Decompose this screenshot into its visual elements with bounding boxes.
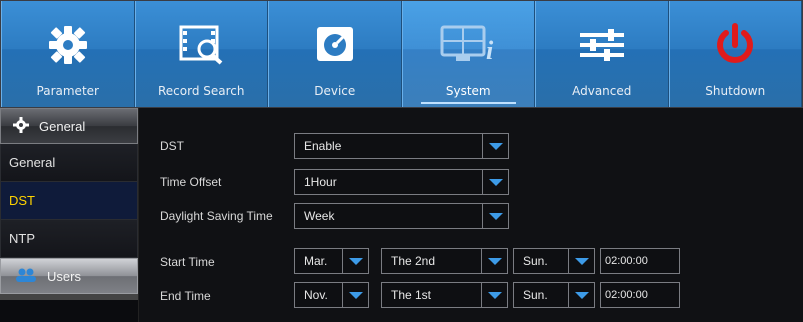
tab-shutdown[interactable]: Shutdown [668, 1, 802, 107]
chevron-down-icon[interactable] [482, 134, 508, 158]
disk-icon [305, 23, 365, 67]
time-offset-value: 1Hour [304, 175, 337, 189]
sidebar-item-ntp[interactable]: NTP [0, 220, 138, 258]
chevron-down-icon[interactable] [342, 249, 368, 273]
start-day-value: Sun. [523, 254, 548, 268]
sidebar-section-general[interactable]: General [0, 108, 138, 144]
sidebar-item-dst[interactable]: DST [0, 182, 138, 220]
tab-label: Advanced [572, 84, 632, 98]
time-offset-select[interactable]: 1Hour [294, 169, 509, 195]
start-month-select[interactable]: Mar. [294, 248, 369, 274]
tab-system[interactable]: i System [401, 1, 535, 107]
dst-label: DST [160, 139, 184, 153]
chevron-down-icon[interactable] [568, 283, 594, 307]
start-time-label: Start Time [160, 255, 215, 269]
tab-label: Shutdown [705, 84, 766, 98]
sliders-icon [572, 23, 632, 67]
end-week-select[interactable]: The 1st [381, 282, 508, 308]
dst-mode-select[interactable]: Week [294, 203, 509, 229]
chevron-down-icon[interactable] [482, 204, 508, 228]
sidebar-section-users[interactable]: Users [0, 258, 138, 294]
film-search-icon [171, 23, 231, 67]
chevron-down-icon[interactable] [481, 283, 507, 307]
sidebar-section-label: General [39, 118, 86, 134]
tab-label: Record Search [157, 84, 245, 98]
dst-select[interactable]: Enable [294, 133, 509, 159]
sidebar-item-general[interactable]: General [0, 144, 138, 182]
end-week-value: The 1st [391, 288, 432, 302]
sidebar: General General DST NTP Users [0, 108, 138, 322]
svg-text:i: i [486, 36, 494, 65]
start-month-value: Mar. [304, 254, 328, 268]
start-day-select[interactable]: Sun. [513, 248, 595, 274]
end-time-label: End Time [160, 289, 211, 303]
chevron-down-icon[interactable] [481, 249, 507, 273]
gear-icon [38, 23, 98, 67]
start-week-value: The 2nd [391, 254, 436, 268]
tab-label: Device [314, 84, 356, 98]
dst-mode-label: Daylight Saving Time [160, 209, 273, 223]
power-icon [705, 23, 765, 67]
tab-device[interactable]: Device [268, 1, 402, 107]
start-week-select[interactable]: The 2nd [381, 248, 508, 274]
end-time-input[interactable]: 02:00:00 [600, 282, 680, 308]
end-day-select[interactable]: Sun. [513, 282, 595, 308]
tab-parameter[interactable]: Parameter [1, 1, 135, 107]
chevron-down-icon[interactable] [482, 170, 508, 194]
start-time-input[interactable]: 02:00:00 [600, 248, 680, 274]
dst-value: Enable [304, 139, 342, 153]
tab-record-search[interactable]: Record Search [134, 1, 268, 107]
dst-mode-value: Week [304, 209, 335, 223]
tab-advanced[interactable]: Advanced [535, 1, 669, 107]
sidebar-section-label: Users [47, 268, 81, 284]
gear-icon [13, 116, 29, 136]
time-offset-label: Time Offset [160, 175, 222, 189]
sidebar-next-section [0, 294, 138, 300]
main-toolbar: Parameter Record Search Device i System … [0, 0, 803, 108]
chevron-down-icon[interactable] [342, 283, 368, 307]
chevron-down-icon[interactable] [568, 249, 594, 273]
tab-label: Parameter [36, 84, 99, 98]
dst-settings-panel: DST Enable Time Offset 1Hour Daylight Sa… [138, 108, 803, 322]
end-month-select[interactable]: Nov. [294, 282, 369, 308]
tab-label: System [445, 84, 491, 98]
monitor-info-icon: i [438, 23, 498, 67]
end-day-value: Sun. [523, 288, 548, 302]
active-tab-indicator [420, 102, 516, 104]
users-icon [15, 268, 37, 285]
end-month-value: Nov. [304, 288, 328, 302]
